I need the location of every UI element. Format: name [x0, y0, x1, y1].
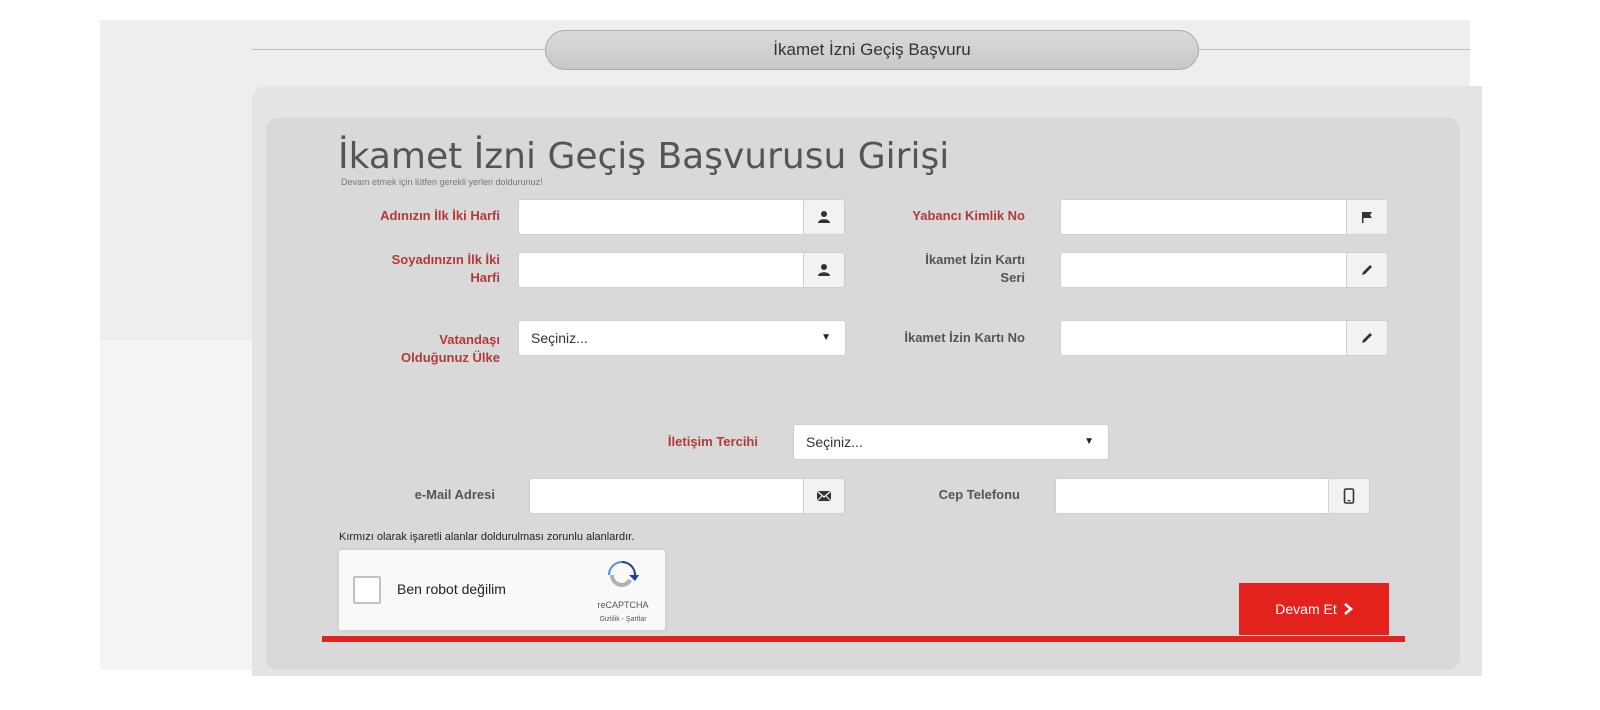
mobile-phone-input[interactable] [1055, 478, 1330, 514]
recaptcha-terms-link[interactable]: Gizlilik - Şartlar [585, 616, 661, 623]
recaptcha-brand: reCAPTCHA [597, 600, 649, 610]
email-input[interactable] [529, 478, 805, 514]
email-label: e-Mail Adresi [414, 487, 495, 502]
form-title: İkamet İzni Geçiş Başvurusu Girişi [338, 136, 950, 177]
caret-down-icon: ▼ [1084, 436, 1094, 447]
background-panel-lower [100, 340, 260, 670]
residence-card-no-input[interactable] [1060, 320, 1348, 356]
recaptcha-checkbox[interactable] [353, 576, 381, 604]
mobile-phone-label: Cep Telefonu [938, 487, 1020, 502]
citizenship-country-label-line2: Olduğunuz Ülke [401, 350, 500, 365]
residence-card-no-label: İkamet İzin Kartı No [904, 330, 1025, 345]
first-name-initials-input[interactable] [518, 199, 805, 235]
contact-preference-select[interactable]: Seçiniz... ▼ [793, 424, 1109, 460]
continue-button[interactable]: Devam Et [1239, 583, 1389, 635]
first-name-initials-label: Adınızın İlk İki Harfi [380, 208, 500, 223]
page-title: İkamet İzni Geçiş Başvuru [545, 30, 1199, 70]
residence-card-serial-label-line2: Seri [1000, 270, 1025, 285]
recaptcha-label: Ben robot değilim [397, 581, 506, 597]
header-divider-left [252, 49, 545, 50]
recaptcha-widget: Ben robot değilim reCAPTCHA Gizlilik - Ş… [338, 549, 666, 631]
pencil-icon [1346, 320, 1388, 356]
recaptcha-logo-icon [608, 561, 639, 587]
contact-preference-label: İletişim Tercihi [667, 434, 758, 449]
citizenship-country-select[interactable]: Seçiniz... ▼ [518, 320, 846, 356]
red-divider [322, 636, 1405, 642]
foreign-id-label: Yabancı Kimlik No [912, 208, 1025, 223]
citizenship-country-label: Vatandaşı Olduğunuz Ülke [300, 331, 500, 367]
citizenship-country-label-line1: Vatandaşı [439, 332, 500, 347]
foreign-id-input[interactable] [1060, 199, 1348, 235]
chevron-right-icon [1343, 603, 1353, 615]
form-subtitle: Devam etmek için lütfen gerekli yerleri … [341, 177, 543, 187]
citizenship-country-selected: Seçiniz... [531, 330, 588, 346]
contact-preference-selected: Seçiniz... [806, 434, 863, 450]
residence-card-serial-label: İkamet İzin Kartı Seri [825, 251, 1025, 287]
required-fields-note: Kırmızı olarak işaretli alanlar doldurul… [339, 531, 635, 543]
mobile-icon [1328, 478, 1370, 514]
header-divider-right [1197, 49, 1470, 50]
flag-icon [1346, 199, 1388, 235]
residence-card-serial-input[interactable] [1060, 252, 1348, 288]
surname-initials-label: Soyadınızın İlk İki Harfi [300, 251, 500, 287]
surname-initials-input[interactable] [518, 252, 805, 288]
surname-initials-label-line1: Soyadınızın İlk İki [391, 252, 500, 267]
residence-card-serial-label-line1: İkamet İzin Kartı [925, 252, 1025, 267]
surname-initials-label-line2: Harfi [470, 270, 500, 285]
continue-button-label: Devam Et [1275, 601, 1337, 617]
pencil-icon [1346, 252, 1388, 288]
